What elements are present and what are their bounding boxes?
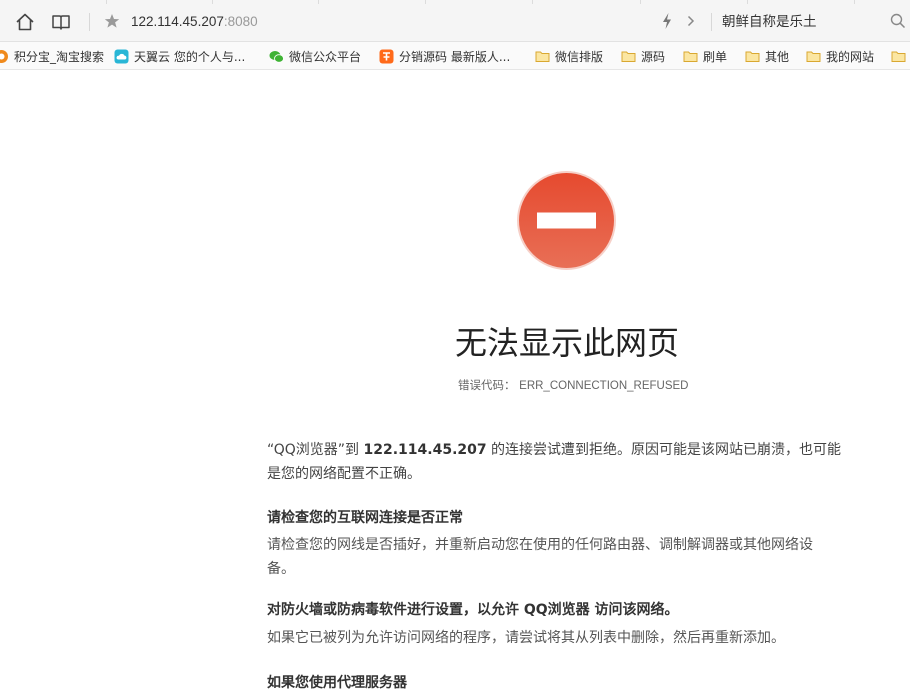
folder-icon <box>621 51 636 62</box>
bookmark-folder-overflow[interactable] <box>891 42 910 69</box>
error-code: 错误代码： ERR_CONNECTION_REFUSED <box>458 378 689 392</box>
tip-body: 请检查您的网线是否插好，并重新启动您在使用的任何路由器、调制解调器或其他网络设 … <box>267 537 813 577</box>
error-page: 无法显示此网页 错误代码： ERR_CONNECTION_REFUSED “QQ… <box>0 71 910 691</box>
error-description: “QQ浏览器”到 122.114.45.207 的连接尝试遭到拒绝。原因可能是该… <box>267 442 842 482</box>
search-button[interactable] <box>890 13 906 29</box>
reading-mode-button[interactable] <box>50 11 72 33</box>
tip-heading: 请检查您的互联网连接是否正常 <box>267 510 463 526</box>
bookmark-wechat-platform[interactable]: 微信公众平台 <box>269 42 361 69</box>
url-host: 122.114.45.207 <box>131 14 224 29</box>
address-bar[interactable]: 122.114.45.207:8080 <box>131 12 258 32</box>
search-icon <box>890 13 906 29</box>
bookmark-folder-weixin-paiban[interactable]: 微信排版 <box>535 42 603 69</box>
bookmark-folder-qita[interactable]: 其他 <box>745 42 789 69</box>
search-box[interactable]: 朝鲜自称是乐土 <box>722 12 817 32</box>
cloud-icon <box>114 49 129 63</box>
toolbar-divider <box>89 13 90 31</box>
blocked-icon <box>517 171 616 270</box>
folder-icon <box>891 51 906 62</box>
folder-icon <box>683 51 698 62</box>
taobao-icon <box>379 49 394 63</box>
bookmarks-bar: 积分宝_淘宝搜索 天翼云 您的个人与... 微信公众平台 分销源码 最新版人..… <box>0 42 910 70</box>
book-icon <box>52 15 70 30</box>
tip-body: 如果它已被列为允许访问网络的程序，请尝试将其从列表中删除，然后再重新添加。 <box>267 630 785 646</box>
wechat-icon <box>269 50 284 63</box>
orange-logo-icon <box>0 49 8 63</box>
speed-mode-button[interactable] <box>660 12 674 30</box>
folder-icon <box>806 51 821 62</box>
bookmark-folder-wode-wangzhan[interactable]: 我的网站 <box>806 42 874 69</box>
bookmark-fenxiao-yuanma[interactable]: 分销源码 最新版人... <box>379 42 510 69</box>
bookmark-jifenbao[interactable]: 积分宝_淘宝搜索 <box>0 42 104 69</box>
tab-strip <box>0 0 910 4</box>
tip-heading: 对防火墙或防病毒软件进行设置，以允许 QQ浏览器 访问该网络。 <box>267 602 679 618</box>
bookmark-folder-yuanma[interactable]: 源码 <box>621 42 665 69</box>
star-icon <box>104 14 120 28</box>
bookmark-folder-shuadan[interactable]: 刷单 <box>683 42 727 69</box>
url-port: :8080 <box>223 14 258 29</box>
lightning-icon <box>663 13 671 29</box>
forward-button[interactable] <box>684 12 698 30</box>
folder-icon <box>745 51 760 62</box>
chevron-right-icon <box>687 15 695 27</box>
page-title: 无法显示此网页 <box>455 324 680 362</box>
folder-icon <box>535 51 550 62</box>
bookmark-tianyiyun[interactable]: 天翼云 您的个人与... <box>114 42 245 69</box>
tip-heading: 如果您使用代理服务器 <box>267 675 407 691</box>
home-icon <box>16 13 34 31</box>
toolbar-divider <box>711 13 712 31</box>
bookmark-star-button[interactable] <box>103 12 121 30</box>
home-button[interactable] <box>14 11 36 33</box>
browser-toolbar: 122.114.45.207:8080 朝鲜自称是乐土 <box>0 0 910 42</box>
